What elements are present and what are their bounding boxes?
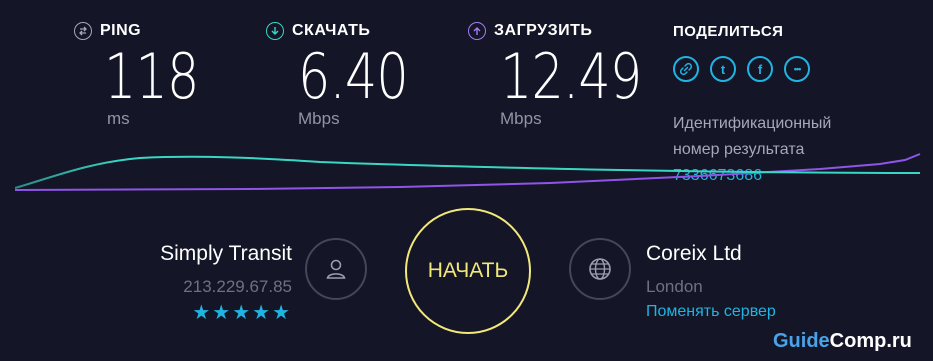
link-icon[interactable] bbox=[673, 56, 699, 82]
user-icon bbox=[305, 238, 367, 300]
twitter-icon[interactable]: t bbox=[710, 56, 736, 82]
upload-arrow-icon bbox=[468, 22, 486, 40]
start-button[interactable]: НАЧАТЬ bbox=[405, 208, 531, 334]
provider-info: Simply Transit 213.229.67.85 ★★★★★ bbox=[60, 242, 292, 325]
share-title: ПОДЕЛИТЬСЯ bbox=[673, 23, 784, 40]
download-label: СКАЧАТЬ bbox=[292, 22, 371, 39]
download-unit: Mbps bbox=[298, 109, 340, 128]
watermark: GuideComp.ru bbox=[773, 330, 912, 353]
download-value: 6.40 bbox=[298, 40, 409, 113]
upload-header: ЗАГРУЗИТЬ bbox=[468, 22, 592, 40]
start-button-label: НАЧАТЬ bbox=[427, 259, 509, 282]
share-icons: t f ••• bbox=[673, 56, 810, 82]
ping-metric: PING bbox=[74, 22, 141, 40]
provider-ip: 213.229.67.85 bbox=[183, 277, 292, 296]
ping-label: PING bbox=[100, 22, 142, 39]
ping-icon bbox=[74, 22, 92, 40]
download-arrow-icon bbox=[266, 22, 284, 40]
result-id-label-line1: Идентификационный bbox=[673, 115, 832, 132]
facebook-icon[interactable]: f bbox=[747, 56, 773, 82]
watermark-suffix: Comp.ru bbox=[829, 330, 912, 352]
ping-unit: ms bbox=[107, 109, 130, 128]
provider-rating-stars[interactable]: ★★★★★ bbox=[60, 300, 292, 325]
speed-graph bbox=[14, 153, 921, 191]
upload-metric: ЗАГРУЗИТЬ bbox=[468, 22, 592, 40]
server-name: Coreix Ltd bbox=[646, 242, 742, 265]
server-location: London bbox=[646, 277, 703, 296]
provider-name: Simply Transit bbox=[160, 242, 292, 265]
download-header: СКАЧАТЬ bbox=[266, 22, 370, 40]
server-globe-icon bbox=[569, 238, 631, 300]
ping-value: 118 bbox=[104, 40, 199, 113]
ping-header: PING bbox=[74, 22, 141, 40]
upload-unit: Mbps bbox=[500, 109, 542, 128]
upload-label: ЗАГРУЗИТЬ bbox=[494, 22, 593, 39]
download-speed-line bbox=[14, 155, 921, 189]
download-metric: СКАЧАТЬ bbox=[266, 22, 370, 40]
more-icon[interactable]: ••• bbox=[784, 56, 810, 82]
upload-value: 12.49 bbox=[500, 40, 642, 113]
server-info: Coreix Ltd London Поменять сервер bbox=[646, 242, 776, 321]
change-server-link[interactable]: Поменять сервер bbox=[646, 303, 776, 321]
watermark-prefix: Guide bbox=[773, 330, 830, 352]
